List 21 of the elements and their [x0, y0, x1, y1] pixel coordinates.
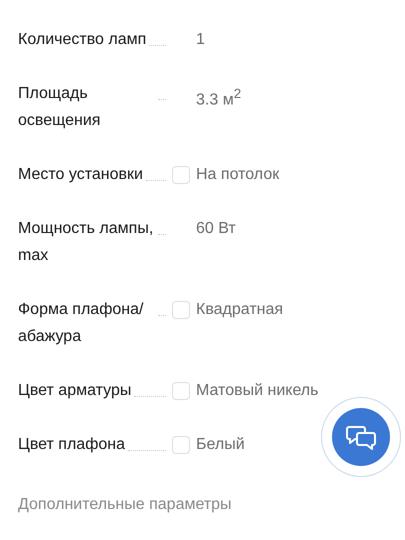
checkbox[interactable] [172, 301, 190, 319]
checkbox[interactable] [172, 166, 190, 184]
chat-bubbles-icon [346, 423, 376, 451]
spec-value: Белый [196, 435, 245, 455]
spec-label: Место установки [18, 165, 143, 185]
spec-label: Цвет плафона [18, 435, 125, 455]
spec-value: 1 [196, 30, 205, 50]
chat-button[interactable] [332, 408, 390, 466]
spec-value: 60 Вт [196, 219, 236, 239]
section-heading: Дополнительные параметры [18, 496, 233, 514]
checkbox[interactable] [172, 382, 190, 400]
spec-value: Матовый никель [196, 381, 318, 401]
spec-label: Площадь освещения [18, 84, 102, 131]
spec-label: Мощность лампы, max [18, 219, 154, 266]
spec-label: Форма плафона/абажура [18, 300, 144, 347]
spec-label: Цвет арматуры [18, 381, 132, 401]
spec-value: 3.3 м$^{2}$ [196, 85, 242, 110]
spec-value: Квадратная [196, 300, 284, 320]
checkbox[interactable] [172, 436, 190, 454]
spec-label: Количество ламп [18, 30, 146, 50]
spec-value: На потолок [196, 165, 280, 185]
